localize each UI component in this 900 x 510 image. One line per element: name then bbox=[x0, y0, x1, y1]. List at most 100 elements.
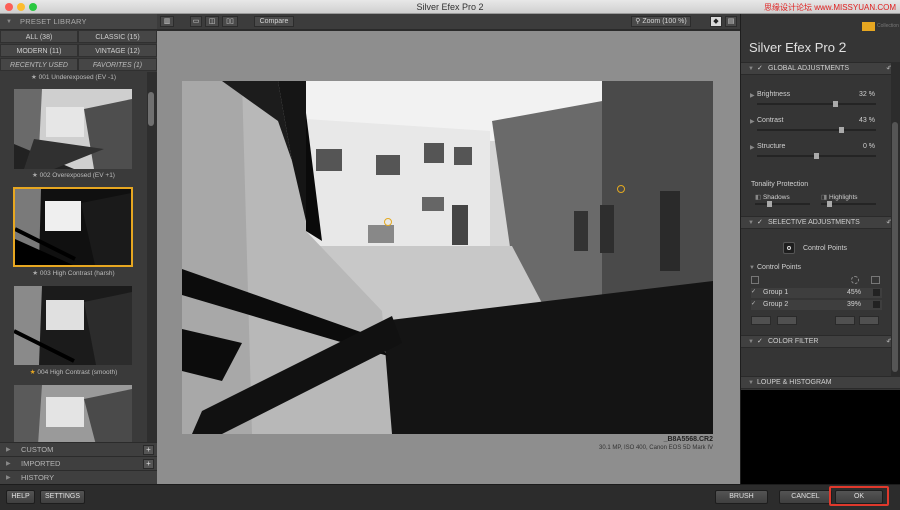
highlights-label: ◨ Highlights bbox=[821, 194, 858, 201]
contrast-slider[interactable] bbox=[757, 127, 876, 133]
slider-handle[interactable] bbox=[767, 201, 772, 207]
select-all-icon[interactable] bbox=[751, 276, 759, 284]
control-point-1[interactable] bbox=[384, 218, 392, 226]
brush-button[interactable]: BRUSH bbox=[715, 490, 768, 504]
show-selection-icon[interactable] bbox=[851, 276, 859, 284]
zoom-level: Zoom (100 %) bbox=[642, 18, 687, 25]
preset-library-panel: ▼ PRESET LIBRARY ALL (38) CLASSIC (15) M… bbox=[0, 14, 157, 484]
preset-thumbnail[interactable] bbox=[14, 89, 132, 169]
enable-checkmark-icon[interactable]: ✓ bbox=[757, 63, 763, 75]
preset-thumbnail-selected[interactable] bbox=[13, 187, 133, 267]
filter-modern[interactable]: MODERN (11) bbox=[0, 44, 78, 57]
add-preset-icon[interactable]: + bbox=[143, 445, 154, 455]
group-enable-checkbox[interactable]: ✓ bbox=[751, 288, 756, 295]
filter-favorites[interactable]: FAVORITES (1) bbox=[78, 58, 157, 71]
structure-label: Structure bbox=[757, 143, 786, 150]
group-value: 39% bbox=[847, 301, 862, 308]
filter-recently-used[interactable]: RECENTLY USED bbox=[0, 58, 78, 71]
brightness-slider[interactable] bbox=[757, 101, 876, 107]
remove-point-button[interactable] bbox=[777, 316, 797, 325]
split-view-icon[interactable]: ◫ bbox=[205, 16, 219, 27]
preset-library-title: PRESET LIBRARY bbox=[20, 17, 87, 26]
group-row[interactable]: ✓ Group 2 39% bbox=[751, 300, 882, 310]
preset-label[interactable]: ★ 002 Overexposed (EV +1) bbox=[0, 171, 146, 179]
preset-thumbnail[interactable] bbox=[14, 286, 132, 365]
preset-label[interactable]: ★ 004 High Contrast (smooth) bbox=[0, 368, 146, 376]
control-point-2[interactable] bbox=[617, 185, 625, 193]
section-label: SELECTIVE ADJUSTMENTS bbox=[768, 219, 860, 226]
control-points-button[interactable]: Control Points bbox=[781, 242, 861, 256]
side-by-side-icon[interactable]: ▯▯ bbox=[222, 16, 238, 27]
section-custom[interactable]: ▶ CUSTOM + bbox=[0, 442, 157, 456]
preset-thumbnail[interactable] bbox=[14, 385, 132, 442]
mask-view-icon[interactable] bbox=[871, 276, 880, 284]
group-row[interactable]: ✓ Group 1 45% bbox=[751, 288, 882, 298]
loupe-histogram-header[interactable]: ▼ LOUPE & HISTOGRAM bbox=[741, 376, 900, 389]
slider-handle[interactable] bbox=[814, 153, 819, 159]
section-imported[interactable]: ▶ IMPORTED + bbox=[0, 456, 157, 470]
selective-adjustments-header[interactable]: ▼ ✓ SELECTIVE ADJUSTMENTS ↶ bbox=[741, 216, 900, 229]
panel-toggle-icon[interactable]: ▤ bbox=[725, 16, 737, 27]
star-icon[interactable]: ★ bbox=[32, 270, 38, 277]
section-history[interactable]: ▶ HISTORY bbox=[0, 470, 157, 484]
cancel-button[interactable]: CANCEL bbox=[779, 490, 832, 504]
star-icon[interactable]: ★ bbox=[31, 74, 37, 81]
global-adjustments-header[interactable]: ▼ ✓ GLOBAL ADJUSTMENTS ↶ bbox=[741, 62, 900, 75]
brightness-value[interactable]: 32 % bbox=[859, 91, 875, 98]
section-custom-label: CUSTOM bbox=[21, 445, 54, 454]
slider-handle[interactable] bbox=[839, 127, 844, 133]
browser-toggle-icon[interactable]: ▥ bbox=[160, 16, 174, 27]
expand-arrow-icon[interactable]: ▶ bbox=[750, 92, 755, 99]
collapse-arrow-icon: ▼ bbox=[748, 66, 754, 72]
light-background-icon[interactable]: ◆ bbox=[710, 16, 722, 27]
structure-value[interactable]: 0 % bbox=[863, 143, 875, 150]
zoom-select[interactable]: ⚲ Zoom (100 %) bbox=[631, 16, 691, 27]
expand-arrow-icon[interactable]: ▶ bbox=[750, 118, 755, 125]
bottom-bar: HELP SETTINGS BRUSH CANCEL OK bbox=[0, 484, 900, 510]
preset-library-header[interactable]: ▼ PRESET LIBRARY bbox=[0, 14, 157, 30]
preview-image[interactable] bbox=[182, 81, 713, 434]
expand-arrow-icon[interactable]: ▶ bbox=[750, 144, 755, 151]
group-label: Group 1 bbox=[763, 289, 789, 296]
filter-classic[interactable]: CLASSIC (15) bbox=[78, 30, 157, 43]
preset-label[interactable]: ★ 001 Underexposed (EV -1) bbox=[0, 73, 146, 81]
enable-checkmark-icon[interactable]: ✓ bbox=[757, 336, 763, 348]
single-view-icon[interactable]: ▭ bbox=[190, 16, 202, 27]
star-icon[interactable]: ★ bbox=[30, 369, 36, 376]
shadows-slider[interactable] bbox=[755, 201, 810, 207]
section-label: GLOBAL ADJUSTMENTS bbox=[768, 65, 850, 72]
control-points-label: Control Points bbox=[803, 245, 847, 252]
filter-all[interactable]: ALL (38) bbox=[0, 30, 78, 43]
collapse-arrow-icon[interactable]: ▼ bbox=[749, 265, 755, 271]
group-enable-checkbox[interactable]: ✓ bbox=[751, 300, 756, 307]
ungroup-points-button[interactable] bbox=[859, 316, 879, 325]
brand-text: Collection bbox=[877, 23, 899, 29]
group-mask-icon[interactable] bbox=[873, 301, 880, 308]
section-label: LOUPE & HISTOGRAM bbox=[757, 379, 832, 386]
help-button[interactable]: HELP bbox=[6, 490, 35, 504]
preset-label[interactable]: ★ 003 High Contrast (harsh) bbox=[0, 269, 146, 277]
loupe-histogram-area bbox=[741, 390, 900, 484]
scrollbar-thumb[interactable] bbox=[892, 122, 898, 372]
scrollbar-thumb[interactable] bbox=[148, 92, 154, 126]
compare-button[interactable]: Compare bbox=[254, 16, 294, 27]
expand-arrow-icon: ▶ bbox=[6, 447, 11, 453]
structure-slider[interactable] bbox=[757, 153, 876, 159]
slider-handle[interactable] bbox=[827, 201, 832, 207]
group-points-button[interactable] bbox=[835, 316, 855, 325]
highlights-slider[interactable] bbox=[821, 201, 876, 207]
contrast-value[interactable]: 43 % bbox=[859, 117, 875, 124]
star-icon[interactable]: ★ bbox=[32, 172, 38, 179]
group-mask-icon[interactable] bbox=[873, 289, 880, 296]
slider-handle[interactable] bbox=[833, 101, 838, 107]
preset-list-scrollbar[interactable] bbox=[147, 72, 157, 442]
enable-checkmark-icon[interactable]: ✓ bbox=[757, 217, 763, 229]
collapse-arrow-icon: ▼ bbox=[748, 220, 754, 226]
add-point-button[interactable] bbox=[751, 316, 771, 325]
section-imported-label: IMPORTED bbox=[21, 459, 61, 468]
settings-button[interactable]: SETTINGS bbox=[40, 490, 85, 504]
adjustments-scrollbar[interactable] bbox=[891, 62, 900, 377]
filter-vintage[interactable]: VINTAGE (12) bbox=[78, 44, 157, 57]
color-filter-header[interactable]: ▼ ✓ COLOR FILTER ↶ bbox=[741, 335, 900, 348]
import-preset-icon[interactable]: + bbox=[143, 459, 154, 469]
